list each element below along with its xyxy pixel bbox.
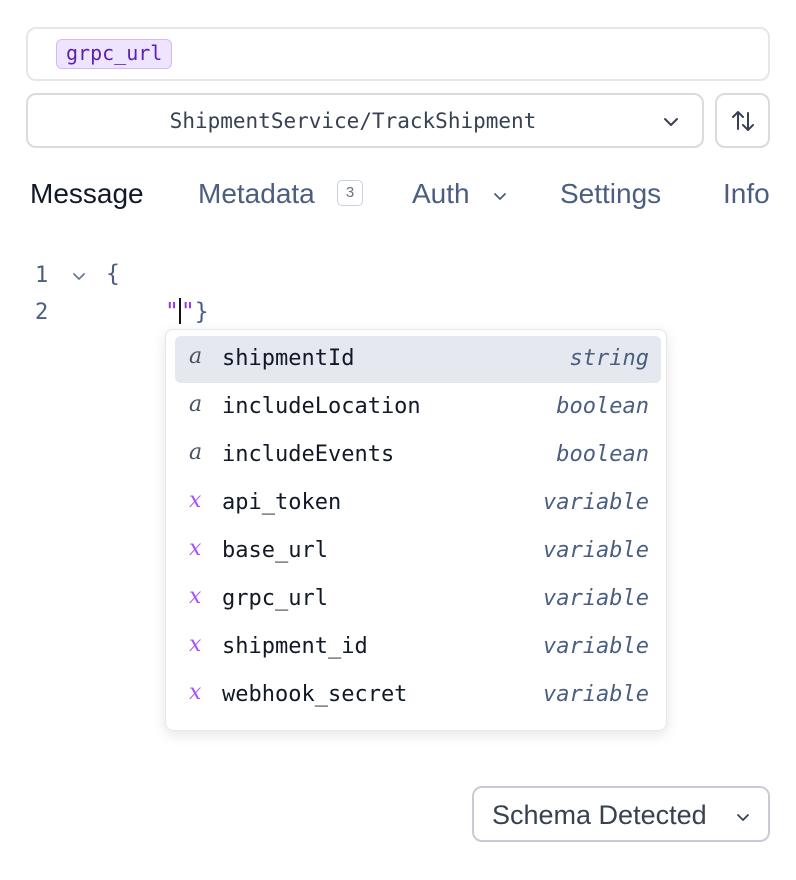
autocomplete-item[interactable]: x api_token variable: [175, 480, 661, 527]
tab-auth[interactable]: Auth: [412, 178, 470, 210]
chevron-down-icon: [737, 814, 749, 821]
tab-settings[interactable]: Settings: [560, 178, 661, 210]
tab-metadata[interactable]: Metadata: [198, 178, 315, 210]
swap-vertical-icon: [731, 110, 754, 131]
variable-kind-icon: x: [189, 632, 202, 657]
autocomplete-item-type: boolean: [556, 394, 649, 419]
swap-button[interactable]: [715, 93, 770, 148]
code-line-2: ""}: [165, 298, 209, 325]
tab-info[interactable]: Info: [723, 178, 770, 210]
request-tabs: Message Metadata 3 Auth Settings Info: [0, 170, 770, 220]
line-number: 1: [35, 263, 49, 288]
schema-detected-button[interactable]: Schema Detected: [472, 786, 770, 842]
autocomplete-popup: a shipmentId string a includeLocation boolean…: [165, 329, 667, 731]
autocomplete-item[interactable]: x shipment_id variable: [175, 624, 661, 671]
autocomplete-item-type: variable: [543, 538, 649, 563]
field-kind-icon: a: [189, 440, 203, 465]
autocomplete-item[interactable]: x webhook_secret variable: [175, 672, 661, 719]
autocomplete-item[interactable]: x base_url variable: [175, 528, 661, 575]
autocomplete-item-name: shipmentId: [222, 346, 355, 371]
autocomplete-item-name: api_token: [222, 490, 342, 515]
autocomplete-item[interactable]: a includeEvents boolean: [175, 432, 661, 479]
autocomplete-item-type: variable: [543, 586, 649, 611]
variable-kind-icon: x: [189, 680, 202, 705]
autocomplete-item[interactable]: a includeLocation boolean: [175, 384, 661, 431]
method-select-value: ShipmentService/TrackShipment: [169, 108, 537, 133]
autocomplete-item-type: variable: [543, 490, 649, 515]
autocomplete-item-name: grpc_url: [222, 586, 328, 611]
fold-chevron-icon[interactable]: [70, 267, 88, 285]
variable-chip[interactable]: grpc_url: [56, 39, 173, 69]
field-kind-icon: a: [189, 392, 203, 417]
autocomplete-item-type: variable: [543, 634, 649, 659]
autocomplete-item-name: shipment_id: [222, 634, 368, 659]
variable-kind-icon: x: [189, 584, 202, 609]
autocomplete-item-name: base_url: [222, 538, 328, 563]
code-line-1: {: [106, 261, 120, 287]
chevron-down-icon[interactable]: [490, 186, 510, 206]
line-number: 2: [35, 300, 49, 325]
autocomplete-item-name: includeEvents: [222, 442, 395, 467]
autocomplete-item-type: variable: [543, 682, 649, 707]
autocomplete-item-name: webhook_secret: [222, 682, 408, 707]
chevron-down-icon: [664, 118, 678, 126]
url-input[interactable]: grpc_url: [26, 27, 770, 81]
autocomplete-item[interactable]: a shipmentId string: [175, 336, 661, 383]
method-select[interactable]: ShipmentService/TrackShipment: [26, 93, 704, 148]
metadata-count-badge: 3: [337, 180, 363, 206]
autocomplete-item[interactable]: x grpc_url variable: [175, 576, 661, 623]
autocomplete-item-name: includeLocation: [222, 394, 421, 419]
tab-message[interactable]: Message: [30, 178, 144, 210]
schema-detected-label: Schema Detected: [492, 800, 707, 830]
field-kind-icon: a: [189, 344, 203, 369]
autocomplete-item-type: boolean: [556, 442, 649, 467]
variable-kind-icon: x: [189, 536, 202, 561]
variable-kind-icon: x: [189, 488, 202, 513]
autocomplete-item-type: string: [569, 346, 649, 371]
